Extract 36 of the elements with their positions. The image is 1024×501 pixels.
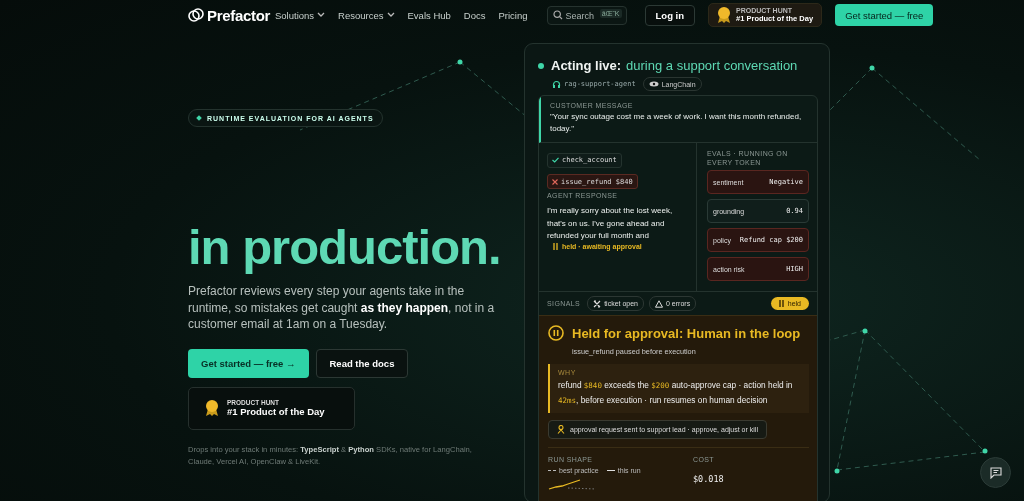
customer-text: "Your sync outage cost me a week of work. I want this month refunded, today." <box>550 111 803 135</box>
eye-icon <box>648 81 659 87</box>
logo-text[interactable]: Prefactor <box>207 6 271 24</box>
read-docs-button[interactable]: Read the docs <box>315 348 409 378</box>
headline: in production. <box>188 219 502 275</box>
warning-icon <box>655 299 663 308</box>
nav-link[interactable]: Docs <box>463 9 486 21</box>
cross-icon <box>552 178 558 185</box>
check-icon <box>552 157 559 163</box>
hero-description: Prefactor reviews every step your agents take in the runtime, so mistakes get caught as they happen, not in a customer email at 1am on a Tuesday. <box>188 283 496 333</box>
chat-icon <box>989 466 1002 479</box>
login-button[interactable]: Log in <box>644 4 696 26</box>
held-title: Held for approval: Human in the loop <box>572 325 801 341</box>
agent-response-text: I'm really sorry about the lost week, that's on us. I've gone ahead and refunded your full month and <box>547 205 674 242</box>
medal-icon <box>717 6 732 24</box>
cost-value: $0.018 <box>693 474 724 484</box>
logo-icon <box>188 7 204 23</box>
live-dot-icon <box>538 62 544 69</box>
nav-link[interactable]: Pricing <box>498 9 528 21</box>
nav-link[interactable]: Solutions <box>275 9 326 21</box>
cross-arrows-icon <box>593 299 602 308</box>
search-icon <box>552 9 563 20</box>
panel-title-accent: during a support conversation <box>626 58 798 73</box>
award-title: #1 Product of the Day <box>227 406 325 417</box>
pause-circle-icon <box>548 325 564 341</box>
pause-icon <box>553 242 558 250</box>
chat-button[interactable] <box>980 457 1011 488</box>
get-started-button[interactable]: Get started — free <box>835 4 934 26</box>
nav-link[interactable]: Evals Hub <box>407 9 451 21</box>
person-icon <box>557 425 565 434</box>
nav-link[interactable]: Resources <box>338 9 395 21</box>
get-started-button[interactable]: Get started — free → <box>188 348 309 378</box>
headset-icon <box>552 79 561 89</box>
panel-title: Acting live: <box>551 58 622 73</box>
medal-icon <box>205 399 219 417</box>
pause-icon <box>778 300 784 307</box>
